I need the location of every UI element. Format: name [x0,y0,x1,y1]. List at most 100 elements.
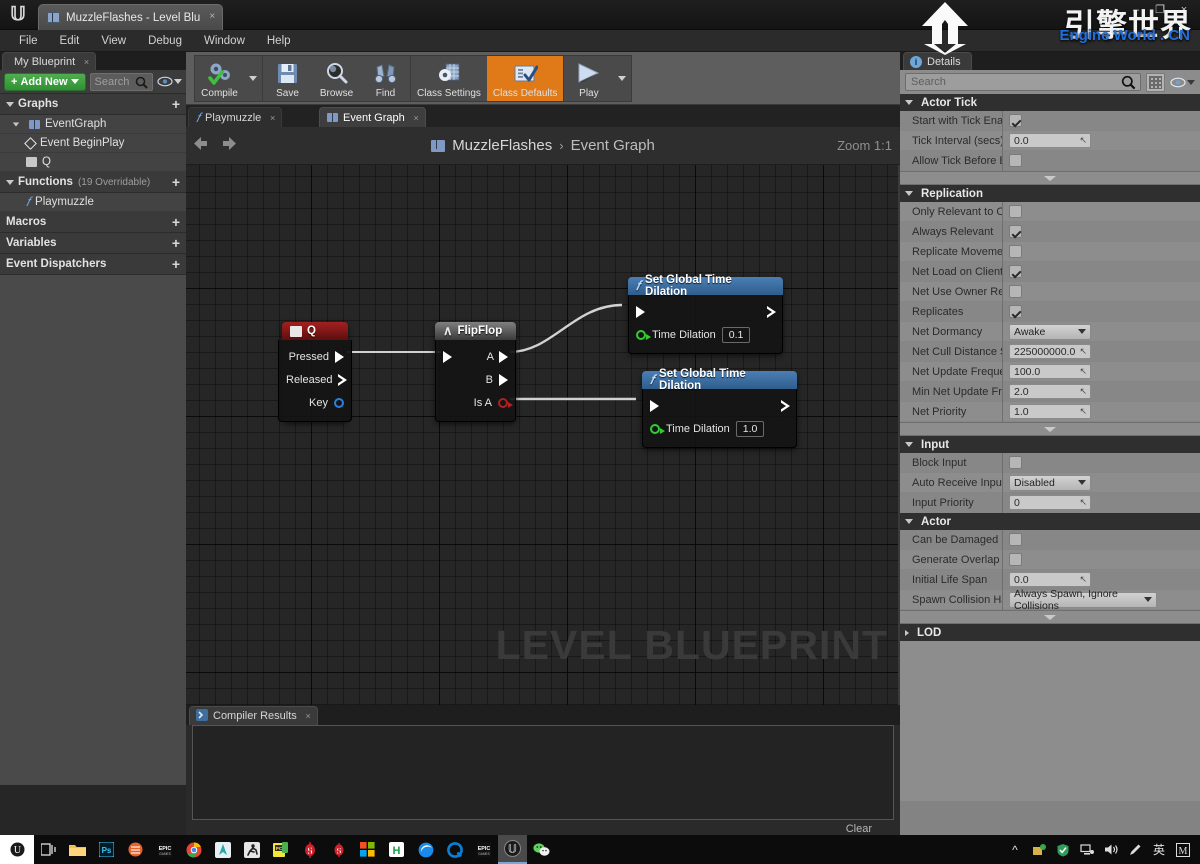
number-input[interactable]: 0 ↖ [1009,495,1091,510]
pc-app-icon[interactable]: PC [266,835,295,864]
tab-event-graph[interactable]: Event Graph × [319,107,426,127]
property-row[interactable]: Net Update Frequen 100.0 ↖ [900,361,1200,382]
checkbox[interactable] [1009,456,1022,469]
checkbox[interactable] [1009,305,1022,318]
close-button[interactable]: × [1172,2,1196,19]
h-green-icon[interactable]: H [382,835,411,864]
spinner-icon[interactable]: ↖ [1079,386,1087,397]
ime-mode-label[interactable]: M [1172,835,1194,864]
menu-item-debug[interactable]: Debug [139,33,191,49]
tree-item-event-beginplay[interactable]: Event BeginPlay [0,134,186,153]
epic-games-icon[interactable]: EPIC GAMES [150,835,179,864]
s-red2-icon[interactable]: S [324,835,353,864]
checkbox[interactable] [1009,205,1022,218]
node-pin-exec-in[interactable]: A [436,345,515,368]
menu-item-edit[interactable]: Edit [51,33,89,49]
tree-item-playmuzzle[interactable]: 𝑓 Playmuzzle [0,193,186,212]
add-macro-button[interactable]: + [172,215,180,229]
epic-games2-icon[interactable]: EPIC GAMES [469,835,498,864]
class-defaults-button[interactable]: Class Defaults [486,56,564,101]
number-input[interactable]: 100.0 ↖ [1009,364,1091,379]
dropdown[interactable]: Awake [1009,323,1091,340]
property-row[interactable]: Spawn Collision Har Always Spawn, Ignore … [900,588,1200,612]
property-row[interactable]: Can be Damaged [900,529,1200,550]
add-variable-button[interactable]: + [172,236,180,250]
section-macros[interactable]: Macros + [0,212,186,233]
checkbox[interactable] [1009,265,1022,278]
wechat-icon[interactable] [527,835,556,864]
back-button[interactable] [186,136,215,156]
number-input[interactable]: 2.0 ↖ [1009,384,1091,399]
checkbox[interactable] [1009,553,1022,566]
add-function-button[interactable]: + [172,175,180,189]
play-options-button[interactable] [613,56,631,101]
category-replication[interactable]: Replication [900,185,1200,202]
checkbox[interactable] [1009,225,1022,238]
section-event-dispatchers[interactable]: Event Dispatchers + [0,254,186,275]
save-button[interactable]: Save [263,56,312,101]
node-pin-released[interactable]: Released [279,368,351,391]
property-row[interactable]: Block Input [900,452,1200,473]
clear-button[interactable]: Clear [846,823,872,835]
property-row[interactable]: Net Load on Client [900,261,1200,282]
checkbox[interactable] [1009,154,1022,167]
volume-icon[interactable] [1100,835,1122,864]
node-q-event[interactable]: Q Pressed Released Key [278,322,352,422]
node-set-global-time-dilation-a[interactable]: 𝑓 Set Global Time Dilation Time Dilation… [628,274,783,354]
compile-button[interactable]: Compile [195,56,244,101]
checkbox[interactable] [1009,533,1022,546]
chrome-icon[interactable] [179,835,208,864]
chevron-up-icon[interactable]: ^ [1004,835,1026,864]
number-input[interactable]: 1.0 ↖ [1009,404,1091,419]
node-set-global-time-dilation-b[interactable]: 𝑓 Set Global Time Dilation Time Dilation… [642,368,797,448]
close-icon[interactable]: × [305,711,310,721]
property-row[interactable]: Start with Tick Enab [900,110,1200,131]
tree-item-eventgraph[interactable]: EventGraph [0,115,186,134]
node-pin-b[interactable]: B [436,368,515,391]
details-view-options-button[interactable] [1146,72,1165,92]
menu-item-file[interactable]: File [10,33,47,49]
property-row[interactable]: Net Cull Distance Sq 225000000.0↖ [900,341,1200,362]
browse-button[interactable]: Browse [312,56,361,101]
details-properties-scroll[interactable]: Actor Tick Start with Tick Enab Tick Int… [900,94,1200,835]
menu-item-view[interactable]: View [92,33,135,49]
minimize-button[interactable]: – [1124,2,1148,19]
property-row[interactable]: Replicates [900,301,1200,322]
checkbox[interactable] [1009,285,1022,298]
document-tab-muzzleflashes[interactable]: MuzzleFlashes - Level Blu × [38,4,224,30]
category-expander-actor-tick[interactable] [900,171,1200,185]
property-row[interactable]: Min Net Update Freq 2.0 ↖ [900,381,1200,402]
category-lod[interactable]: LOD [900,624,1200,641]
property-row[interactable]: Only Relevant to Ow [900,201,1200,222]
property-row[interactable]: Input Priority 0 ↖ [900,492,1200,513]
close-icon[interactable]: × [414,113,419,123]
number-input[interactable]: 225000000.0 ↖ [1009,344,1091,359]
breadcrumb-root[interactable]: MuzzleFlashes [452,137,552,154]
ime-language-label[interactable]: 英 [1148,835,1170,864]
section-variables[interactable]: Variables + [0,233,186,254]
add-graph-button[interactable]: + [172,97,180,111]
node-param-time-dilation[interactable]: Time Dilation 1.0 [643,417,796,440]
my-blueprint-search-input[interactable]: Search [89,72,153,91]
number-input[interactable]: 0.0 ↖ [1009,572,1091,587]
category-actor-tick[interactable]: Actor Tick [900,94,1200,111]
file-explorer-icon[interactable] [63,835,92,864]
task-view-icon[interactable] [34,835,63,864]
param-value-input[interactable]: 1.0 [735,420,765,437]
close-icon[interactable]: × [84,57,89,67]
node-param-time-dilation[interactable]: Time Dilation 0.1 [629,323,782,346]
maximize-button[interactable]: ❐ [1148,2,1172,19]
tab-details[interactable]: i Details [903,52,972,70]
unreal-icon[interactable]: 𝕌 [498,835,527,864]
tab-my-blueprint[interactable]: My Blueprint × [2,52,97,70]
compiler-messages-list[interactable] [192,725,894,820]
category-expander-replication[interactable] [900,422,1200,436]
property-row[interactable]: Replicate Movemen [900,241,1200,262]
compile-options-button[interactable] [244,56,262,101]
add-new-button[interactable]: + Add New [4,72,86,91]
tab-compiler-results[interactable]: Compiler Results × [189,706,318,725]
spinner-icon[interactable]: ↖ [1079,135,1087,146]
param-value-input[interactable]: 0.1 [721,326,751,343]
spinner-icon[interactable]: ↖ [1079,406,1087,417]
node-pin-isa[interactable]: Is A [436,391,515,414]
